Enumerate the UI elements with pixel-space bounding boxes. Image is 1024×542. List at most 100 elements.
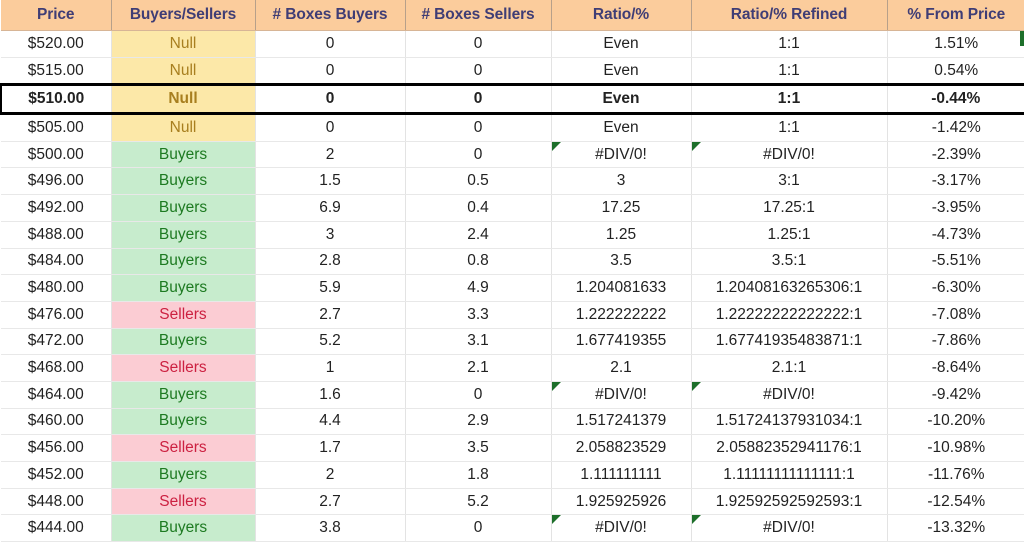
cell-ratio-refined[interactable]: 1.22222222222222:1 [691, 301, 888, 329]
cell-buyers-sellers[interactable]: Sellers [111, 488, 256, 516]
cell-buyers-sellers[interactable]: Null [111, 57, 256, 86]
cell-pct-from-price[interactable]: -11.76% [887, 461, 1024, 489]
table-row[interactable]: $484.00 Buyers 2.8 0.8 3.5 3.5:1 -5.51% [1, 248, 1024, 276]
cell-price[interactable]: $500.00 [1, 141, 112, 169]
cell-boxes-buyers[interactable]: 2 [255, 141, 406, 169]
cell-price[interactable]: $460.00 [1, 408, 112, 436]
cell-buyers-sellers[interactable]: Buyers [111, 328, 256, 356]
cell-buyers-sellers[interactable]: Buyers [111, 381, 256, 409]
cell-boxes-sellers[interactable]: 3.1 [405, 328, 552, 356]
cell-boxes-sellers[interactable]: 2.9 [405, 408, 552, 436]
cell-buyers-sellers[interactable]: Buyers [111, 274, 256, 302]
cell-buyers-sellers[interactable]: Buyers [111, 514, 256, 542]
cell-boxes-buyers[interactable]: 0 [255, 83, 406, 116]
cell-buyers-sellers[interactable]: Sellers [111, 354, 256, 382]
cell-price[interactable]: $456.00 [1, 434, 112, 462]
cell-ratio[interactable]: 3.5 [551, 248, 692, 276]
cell-pct-from-price[interactable]: -3.95% [887, 194, 1024, 222]
cell-price[interactable]: $448.00 [1, 488, 112, 516]
column-header-pct-from-price[interactable]: % From Price [887, 0, 1024, 31]
cell-price[interactable]: $520.00 [1, 30, 112, 58]
cell-pct-from-price[interactable]: -10.98% [887, 434, 1024, 462]
cell-boxes-buyers[interactable]: 1.7 [255, 434, 406, 462]
table-row[interactable]: $464.00 Buyers 1.6 0 #DIV/0! #DIV/0! -9.42% [1, 381, 1024, 409]
cell-boxes-buyers[interactable]: 2.7 [255, 301, 406, 329]
cell-price[interactable]: $480.00 [1, 274, 112, 302]
cell-price[interactable]: $464.00 [1, 381, 112, 409]
cell-boxes-buyers[interactable]: 1.5 [255, 167, 406, 196]
column-header-buyers-sellers[interactable]: Buyers/Sellers [111, 0, 256, 31]
table-row[interactable]: $460.00 Buyers 4.4 2.9 1.517241379 1.51724137… [1, 408, 1024, 436]
cell-ratio-refined[interactable]: 1.51724137931034:1 [691, 408, 888, 436]
column-header-price[interactable]: Price [1, 0, 112, 31]
cell-ratio-refined[interactable]: 1.25:1 [691, 221, 888, 249]
cell-price[interactable]: $488.00 [1, 221, 112, 249]
cell-boxes-sellers[interactable]: 0 [405, 141, 552, 169]
cell-buyers-sellers[interactable]: Null [111, 83, 256, 116]
cell-ratio[interactable]: 2.058823529 [551, 434, 692, 462]
cell-buyers-sellers[interactable]: Sellers [111, 434, 256, 462]
cell-boxes-sellers[interactable]: 0 [405, 83, 552, 116]
table-row[interactable]: $496.00 Buyers 1.5 0.5 3 3:1 -3.17% [1, 167, 1024, 196]
cell-pct-from-price[interactable]: -7.08% [887, 301, 1024, 329]
cell-boxes-buyers[interactable]: 6.9 [255, 194, 406, 222]
table-row[interactable]: $515.00 Null 0 0 Even 1:1 0.54% [1, 57, 1024, 86]
cell-ratio[interactable]: 1.222222222 [551, 301, 692, 329]
table-row[interactable]: $500.00 Buyers 2 0 #DIV/0! #DIV/0! -2.39% [1, 141, 1024, 169]
cell-pct-from-price[interactable]: 0.54% [887, 57, 1024, 86]
cell-pct-from-price[interactable]: -13.32% [887, 514, 1024, 542]
table-row[interactable]: $456.00 Sellers 1.7 3.5 2.058823529 2.0588235… [1, 434, 1024, 462]
cell-boxes-buyers[interactable]: 5.9 [255, 274, 406, 302]
column-header-boxes-sellers[interactable]: # Boxes Sellers [405, 0, 552, 31]
cell-boxes-buyers[interactable]: 3.8 [255, 514, 406, 542]
cell-pct-from-price[interactable]: -5.51% [887, 248, 1024, 276]
cell-ratio-refined[interactable]: #DIV/0! [691, 514, 888, 542]
cell-price[interactable]: $476.00 [1, 301, 112, 329]
table-row[interactable]: $472.00 Buyers 5.2 3.1 1.677419355 1.67741935… [1, 328, 1024, 356]
cell-pct-from-price[interactable]: -0.44% [887, 83, 1024, 116]
cell-boxes-sellers[interactable]: 0.5 [405, 167, 552, 196]
cell-ratio-refined[interactable]: 2.1:1 [691, 354, 888, 382]
cell-boxes-sellers[interactable]: 0.4 [405, 194, 552, 222]
cell-pct-from-price[interactable]: -6.30% [887, 274, 1024, 302]
cell-boxes-sellers[interactable]: 0 [405, 57, 552, 86]
cell-pct-from-price[interactable]: -4.73% [887, 221, 1024, 249]
cell-boxes-buyers[interactable]: 2.7 [255, 488, 406, 516]
cell-boxes-sellers[interactable]: 0.8 [405, 248, 552, 276]
cell-price[interactable]: $505.00 [1, 113, 112, 142]
table-row[interactable]: $510.00 Null 0 0 Even 1:1 -0.44% [0, 83, 1024, 116]
cell-price[interactable]: $496.00 [1, 167, 112, 196]
cell-ratio[interactable]: 1.677419355 [551, 328, 692, 356]
cell-boxes-buyers[interactable]: 0 [255, 113, 406, 142]
cell-pct-from-price[interactable]: -7.86% [887, 328, 1024, 356]
cell-ratio[interactable]: Even [551, 30, 692, 58]
cell-pct-from-price[interactable]: -1.42% [887, 113, 1024, 142]
cell-ratio-refined[interactable]: 1.11111111111111:1 [691, 461, 888, 489]
cell-pct-from-price[interactable]: -8.64% [887, 354, 1024, 382]
cell-boxes-sellers[interactable]: 3.5 [405, 434, 552, 462]
cell-ratio[interactable]: 1.25 [551, 221, 692, 249]
cell-boxes-buyers[interactable]: 2 [255, 461, 406, 489]
table-row[interactable]: $468.00 Sellers 1 2.1 2.1 2.1:1 -8.64% [1, 354, 1024, 382]
cell-buyers-sellers[interactable]: Buyers [111, 248, 256, 276]
cell-ratio-refined[interactable]: 1.67741935483871:1 [691, 328, 888, 356]
cell-ratio-refined[interactable]: 3:1 [691, 167, 888, 196]
cell-buyers-sellers[interactable]: Sellers [111, 301, 256, 329]
cell-buyers-sellers[interactable]: Buyers [111, 221, 256, 249]
cell-boxes-buyers[interactable]: 0 [255, 30, 406, 58]
column-header-ratio-refined[interactable]: Ratio/% Refined [691, 0, 888, 31]
cell-price[interactable]: $484.00 [1, 248, 112, 276]
column-header-boxes-buyers[interactable]: # Boxes Buyers [255, 0, 406, 31]
cell-boxes-buyers[interactable]: 0 [255, 57, 406, 86]
cell-buyers-sellers[interactable]: Null [111, 113, 256, 142]
column-header-ratio[interactable]: Ratio/% [551, 0, 692, 31]
cell-pct-from-price[interactable]: -2.39% [887, 141, 1024, 169]
cell-price[interactable]: $468.00 [1, 354, 112, 382]
cell-ratio-refined[interactable]: 1:1 [691, 83, 888, 116]
cell-price[interactable]: $444.00 [1, 514, 112, 542]
cell-boxes-sellers[interactable]: 1.8 [405, 461, 552, 489]
table-row[interactable]: $505.00 Null 0 0 Even 1:1 -1.42% [1, 113, 1024, 142]
cell-buyers-sellers[interactable]: Buyers [111, 194, 256, 222]
table-row[interactable]: $492.00 Buyers 6.9 0.4 17.25 17.25:1 -3.95% [1, 194, 1024, 222]
cell-boxes-buyers[interactable]: 4.4 [255, 408, 406, 436]
